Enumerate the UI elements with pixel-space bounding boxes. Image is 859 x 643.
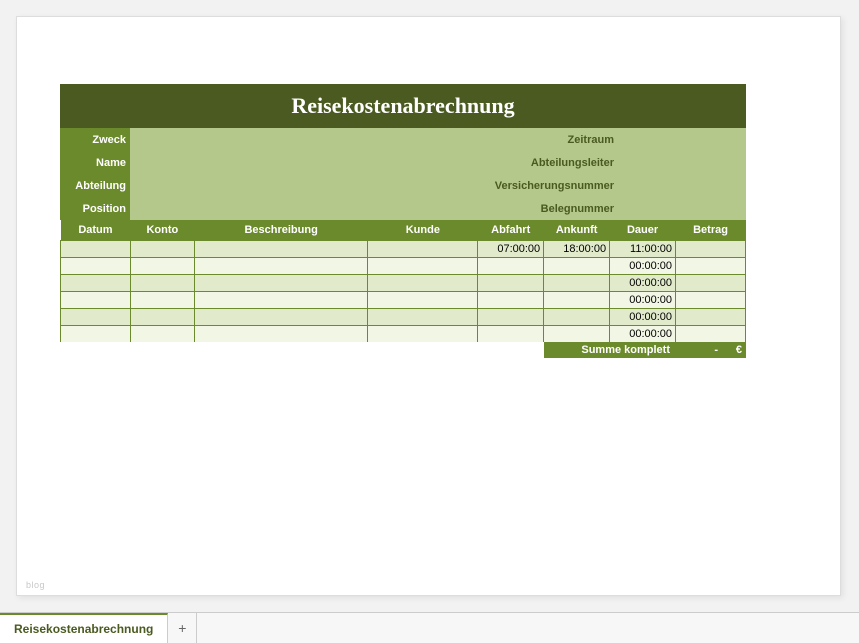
cell-datum[interactable]	[61, 326, 131, 343]
cell-kunde[interactable]	[368, 241, 478, 258]
cell-kunde[interactable]	[368, 275, 478, 292]
watermark: blog	[26, 580, 45, 590]
cell-ankunft[interactable]	[544, 292, 610, 309]
cell-ankunft[interactable]	[544, 309, 610, 326]
cell-abfahrt[interactable]: 07:00:00	[478, 241, 544, 258]
table-row: 00:00:00	[61, 309, 746, 326]
cell-betrag[interactable]	[676, 326, 746, 343]
hb-field-right-0[interactable]	[618, 128, 746, 151]
cell-beschreibung[interactable]	[194, 292, 368, 309]
hb-label-3: Position	[60, 197, 130, 220]
cell-dauer[interactable]: 00:00:00	[610, 292, 676, 309]
data-grid: DatumKontoBeschreibungKundeAbfahrtAnkunf…	[60, 220, 746, 343]
hb-field-left-2[interactable]	[130, 174, 478, 197]
col-header-4[interactable]: Abfahrt	[478, 220, 544, 241]
cell-datum[interactable]	[61, 309, 131, 326]
cell-dauer[interactable]: 00:00:00	[610, 258, 676, 275]
hb-field-right-3[interactable]	[618, 197, 746, 220]
tab-sheet-1[interactable]: Reisekostenabrechnung	[0, 613, 168, 643]
cell-konto[interactable]	[130, 258, 194, 275]
hb-field-left-3[interactable]	[130, 197, 478, 220]
cell-betrag[interactable]	[676, 292, 746, 309]
cell-dauer[interactable]: 00:00:00	[610, 309, 676, 326]
col-header-7[interactable]: Betrag	[676, 220, 746, 241]
cell-abfahrt[interactable]	[478, 326, 544, 343]
table-row: 00:00:00	[61, 275, 746, 292]
cell-konto[interactable]	[130, 241, 194, 258]
hb-label-right-2: Versicherungsnummer	[478, 174, 618, 197]
table-row: 00:00:00	[61, 258, 746, 275]
cell-beschreibung[interactable]	[194, 275, 368, 292]
cell-dauer[interactable]: 11:00:00	[610, 241, 676, 258]
cell-kunde[interactable]	[368, 292, 478, 309]
page-title: Reisekostenabrechnung	[60, 84, 746, 128]
cell-datum[interactable]	[61, 258, 131, 275]
cell-abfahrt[interactable]	[478, 258, 544, 275]
cell-ankunft[interactable]: 18:00:00	[544, 241, 610, 258]
cell-abfahrt[interactable]	[478, 292, 544, 309]
summary-value: -	[676, 342, 720, 358]
hb-label-right-0: Zeitraum	[478, 128, 618, 151]
cell-kunde[interactable]	[368, 258, 478, 275]
cell-kunde[interactable]	[368, 326, 478, 343]
cell-beschreibung[interactable]	[194, 326, 368, 343]
col-header-0[interactable]: Datum	[61, 220, 131, 241]
col-header-1[interactable]: Konto	[130, 220, 194, 241]
col-header-3[interactable]: Kunde	[368, 220, 478, 241]
page: Reisekostenabrechnung ZweckZeitraumNameA…	[16, 16, 841, 596]
cell-kunde[interactable]	[368, 309, 478, 326]
summary-currency: €	[720, 342, 746, 358]
summary-label: Summe komplett	[544, 342, 676, 358]
cell-dauer[interactable]: 00:00:00	[610, 275, 676, 292]
cell-betrag[interactable]	[676, 309, 746, 326]
hb-field-left-0[interactable]	[130, 128, 478, 151]
cell-betrag[interactable]	[676, 258, 746, 275]
header-block: Zweck Zeitraum Name Abteilungsleiter Abteilu…	[60, 128, 746, 220]
cell-beschreibung[interactable]	[194, 241, 368, 258]
hb-label-right-1: Abteilungsleiter	[478, 151, 618, 174]
sheet-content: Reisekostenabrechnung ZweckZeitraumNameA…	[60, 84, 746, 358]
spreadsheet-viewport: Reisekostenabrechnung ZweckZeitraumNameA…	[0, 0, 859, 613]
cell-ankunft[interactable]	[544, 326, 610, 343]
cell-konto[interactable]	[130, 275, 194, 292]
cell-konto[interactable]	[130, 309, 194, 326]
cell-betrag[interactable]	[676, 275, 746, 292]
hb-label-2: Abteilung	[60, 174, 130, 197]
cell-datum[interactable]	[61, 275, 131, 292]
cell-abfahrt[interactable]	[478, 309, 544, 326]
cell-ankunft[interactable]	[544, 258, 610, 275]
col-header-6[interactable]: Dauer	[610, 220, 676, 241]
sheet-tabs: Reisekostenabrechnung +	[0, 612, 859, 643]
cell-konto[interactable]	[130, 292, 194, 309]
cell-datum[interactable]	[61, 292, 131, 309]
cell-betrag[interactable]	[676, 241, 746, 258]
cell-dauer[interactable]: 00:00:00	[610, 326, 676, 343]
cell-konto[interactable]	[130, 326, 194, 343]
table-row: 07:00:0018:00:0011:00:00	[61, 241, 746, 258]
summary-spacer	[60, 342, 544, 358]
table-row: 00:00:00	[61, 326, 746, 343]
cell-beschreibung[interactable]	[194, 309, 368, 326]
hb-field-right-2[interactable]	[618, 174, 746, 197]
cell-ankunft[interactable]	[544, 275, 610, 292]
plus-icon: +	[178, 620, 186, 636]
col-header-2[interactable]: Beschreibung	[194, 220, 368, 241]
hb-label-right-3: Belegnummer	[478, 197, 618, 220]
hb-field-right-1[interactable]	[618, 151, 746, 174]
hb-field-left-1[interactable]	[130, 151, 478, 174]
cell-abfahrt[interactable]	[478, 275, 544, 292]
col-header-5[interactable]: Ankunft	[544, 220, 610, 241]
table-row: 00:00:00	[61, 292, 746, 309]
cell-datum[interactable]	[61, 241, 131, 258]
add-sheet-button[interactable]: +	[168, 613, 197, 643]
hb-label-1: Name	[60, 151, 130, 174]
cell-beschreibung[interactable]	[194, 258, 368, 275]
hb-label-0: Zweck	[60, 128, 130, 151]
summary-row: Summe komplett - €	[60, 342, 746, 358]
